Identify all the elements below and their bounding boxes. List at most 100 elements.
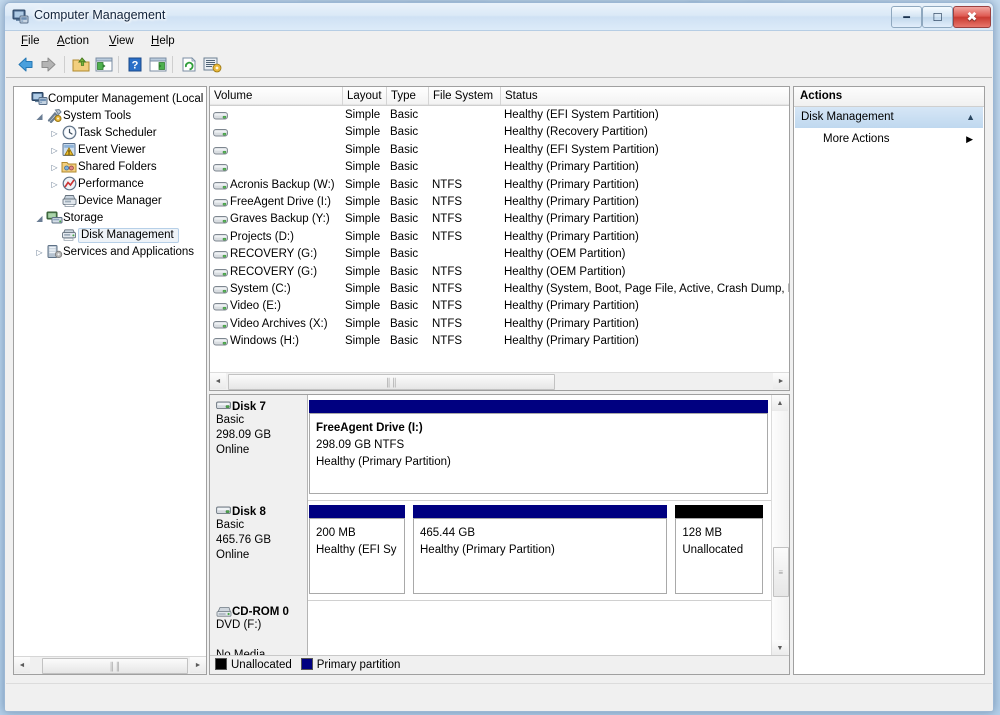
tree-expander-icon[interactable]: ▷ — [48, 142, 61, 159]
disk-row[interactable]: Disk 7 Basic 298.09 GB Online FreeAgent Driv… — [210, 395, 772, 501]
volume-row[interactable]: Simple Basic Healthy (EFI System Partition… — [210, 107, 789, 124]
drive-icon — [213, 337, 228, 347]
volume-row[interactable]: Projects (D:) Simple Basic NTFS Healthy (Pri… — [210, 229, 789, 246]
tree-expander-icon[interactable]: ▷ — [33, 244, 46, 261]
volume-cell-status: Healthy (System, Boot, Page File, Active… — [504, 283, 790, 295]
tree-expander-icon[interactable]: ▷ — [48, 159, 61, 176]
close-button[interactable]: ✖ — [953, 6, 991, 28]
disk-type: DVD (F:) — [216, 619, 262, 631]
tree-item-shared-folders[interactable]: ▷ Shared Folders — [48, 159, 156, 176]
tree-item-task-scheduler[interactable]: ▷ Task Scheduler — [48, 125, 157, 142]
volume-row[interactable]: Windows (H:) Simple Basic NTFS Healthy (Prim… — [210, 333, 789, 350]
action-item-more-actions[interactable]: More Actions ▶ — [795, 129, 983, 149]
tree-item-storage[interactable]: ◢ Storage — [33, 210, 103, 227]
tree-scroll-thumb[interactable]: ║║ — [42, 658, 188, 674]
partition-text-line: 200 MB — [316, 527, 356, 539]
volume-row[interactable]: Video (E:) Simple Basic NTFS Healthy (Primar… — [210, 298, 789, 315]
volume-scroll-right-button[interactable]: ► — [773, 373, 789, 389]
volume-list-header: Volume Layout Type File System Status — [210, 87, 789, 106]
partition-color-bar — [675, 505, 764, 518]
cdrom-icon — [216, 605, 232, 618]
disk-row[interactable]: Disk 8 Basic 465.76 GB Online 200 MB Healthy … — [210, 500, 772, 601]
tree-item-services-and-applications[interactable]: ▷ Services and Applications — [33, 244, 194, 261]
refresh-button[interactable] — [179, 55, 199, 74]
forward-button[interactable] — [39, 55, 59, 74]
volume-row[interactable]: Video Archives (X:) Simple Basic NTFS Health… — [210, 316, 789, 333]
disk-size: 298.09 GB — [216, 429, 271, 441]
tree-item-device-manager[interactable]: Device Manager — [48, 193, 162, 210]
tree-item-disk-management[interactable]: Disk Management — [48, 227, 179, 244]
tree-item-event-viewer[interactable]: ▷ Event Viewer — [48, 142, 146, 159]
volume-row[interactable]: Acronis Backup (W:) Simple Basic NTFS Health… — [210, 177, 789, 194]
tree-expander-icon[interactable]: ◢ — [33, 108, 46, 125]
menu-file[interactable]: File — [14, 34, 47, 49]
partition-block[interactable]: 200 MB Healthy (EFI Sy — [309, 505, 405, 594]
computer-management-icon — [12, 8, 29, 24]
volume-cell-type: Basic — [390, 126, 419, 139]
volume-cell-volume: Projects (D:) — [230, 230, 294, 243]
partition-block[interactable]: 465.44 GB Healthy (Primary Partition) — [413, 505, 668, 594]
back-button[interactable] — [15, 55, 35, 74]
menu-view[interactable]: View — [102, 34, 141, 49]
partition-block[interactable]: 128 MB Unallocated — [675, 505, 764, 594]
tree-horizontal-scrollbar[interactable]: ◄ ► ║║ — [14, 656, 206, 674]
volume-row[interactable]: Simple Basic Healthy (EFI System Partition… — [210, 142, 789, 159]
menu-help[interactable]: Help — [144, 34, 182, 49]
volume-cell-layout: Simple — [345, 265, 381, 278]
volume-row[interactable]: Simple Basic Healthy (Primary Partition) — [210, 159, 789, 176]
menu-action[interactable]: Action — [50, 34, 96, 49]
volume-cell-layout: Simple — [345, 178, 381, 191]
column-header-volume[interactable]: Volume — [210, 87, 343, 105]
volume-row[interactable]: FreeAgent Drive (I:) Simple Basic NTFS Healt… — [210, 194, 789, 211]
column-header-status[interactable]: Status — [501, 87, 789, 105]
volume-scroll-thumb[interactable]: ║║ — [228, 374, 555, 390]
action-group-disk-management[interactable]: Disk Management ▲ — [795, 107, 983, 128]
disk-info-panel[interactable]: Disk 7 Basic 298.09 GB Online — [210, 395, 308, 500]
column-header-layout[interactable]: Layout — [343, 87, 387, 105]
volume-scroll-left-button[interactable]: ◄ — [210, 373, 226, 389]
disk-type: Basic — [216, 414, 245, 426]
tree-scroll-left-button[interactable]: ◄ — [14, 657, 30, 673]
partition-area: FreeAgent Drive (I:) 298.09 GB NTFS Health… — [309, 395, 772, 500]
volume-cell-fs: NTFS — [432, 178, 463, 191]
volume-cell-volume: System (C:) — [230, 283, 291, 295]
minimize-button[interactable]: ━ — [891, 6, 922, 28]
volume-row[interactable]: RECOVERY (G:) Simple Basic Healthy (OEM Par… — [210, 246, 789, 263]
action-item-label: More Actions — [823, 133, 890, 145]
column-header-file-system[interactable]: File System — [429, 87, 501, 105]
partition-details: 200 MB Healthy (EFI Sy — [309, 518, 405, 594]
tree-expander-icon[interactable]: ▷ — [48, 176, 61, 193]
volume-cell-layout: Simple — [345, 335, 381, 348]
column-header-type[interactable]: Type — [387, 87, 429, 105]
up-one-level-button[interactable] — [71, 55, 91, 74]
graph-scroll-up-button[interactable]: ▲ — [772, 395, 788, 411]
volume-cell-layout: Simple — [345, 126, 381, 139]
volume-row[interactable]: RECOVERY (G:) Simple Basic NTFS Healthy (OEM… — [210, 264, 789, 281]
tree-item-system-tools[interactable]: ◢ System Tools — [33, 108, 131, 125]
properties-button[interactable] — [202, 55, 222, 74]
volume-list-horizontal-scrollbar[interactable]: ◄ ► ║║ — [210, 372, 789, 390]
tree-scroll-right-button[interactable]: ► — [190, 657, 206, 673]
show-hide-action-pane-button[interactable] — [148, 55, 168, 74]
volume-cell-layout: Simple — [345, 213, 381, 226]
volume-row[interactable]: System (C:) Simple Basic NTFS Healthy (Syste… — [210, 281, 789, 298]
tree-item-performance[interactable]: ▷ Performance — [48, 176, 144, 193]
show-hide-tree-button[interactable] — [94, 55, 114, 74]
menu-help-label: elp — [159, 35, 175, 47]
volume-row[interactable]: Simple Basic Healthy (Recovery Partition) — [210, 124, 789, 141]
tree-expander-icon[interactable]: ◢ — [33, 210, 46, 227]
partition-block[interactable]: FreeAgent Drive (I:) 298.09 GB NTFS Health… — [309, 400, 768, 494]
graph-scroll-down-button[interactable]: ▼ — [772, 640, 788, 656]
volume-row[interactable]: Graves Backup (Y:) Simple Basic NTFS Healthy… — [210, 211, 789, 228]
graph-vertical-scrollbar[interactable]: ▲ ▼ ≡ — [771, 395, 789, 656]
help-button[interactable]: ? — [125, 55, 145, 74]
volume-cell-type: Basic — [390, 335, 419, 348]
disk-info-panel[interactable]: Disk 8 Basic 465.76 GB Online — [210, 500, 308, 600]
tree-expander-icon[interactable]: ▷ — [48, 125, 61, 142]
computer-icon — [31, 91, 48, 106]
volume-cell-layout: Simple — [345, 196, 381, 208]
graph-scroll-thumb[interactable]: ≡ — [773, 547, 789, 597]
tree-item-computer-management-local[interactable]: Computer Management (Local — [18, 91, 203, 108]
maximize-button[interactable]: ☐ — [922, 6, 953, 28]
volume-cell-fs: NTFS — [432, 335, 463, 348]
